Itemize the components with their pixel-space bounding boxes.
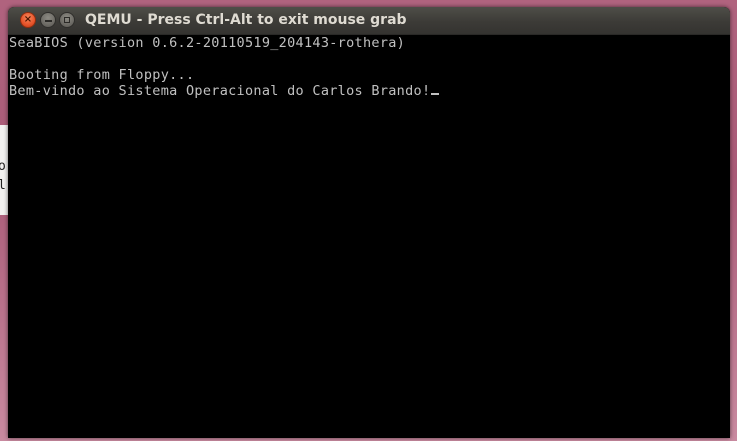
window-titlebar[interactable]: × QEMU - Press Ctrl-Alt to exit mouse gr… bbox=[8, 7, 730, 35]
qemu-window[interactable]: × QEMU - Press Ctrl-Alt to exit mouse gr… bbox=[8, 7, 730, 438]
minimize-icon bbox=[44, 20, 52, 22]
close-icon: × bbox=[23, 14, 33, 25]
close-button[interactable]: × bbox=[20, 12, 36, 28]
maximize-button[interactable] bbox=[59, 12, 75, 28]
console-line-welcome: Bem-vindo ao Sistema Operacional do Carl… bbox=[9, 83, 440, 99]
maximize-icon bbox=[64, 17, 70, 23]
console-screen[interactable]: SeaBIOS (version 0.6.2-20110519_204143-r… bbox=[8, 35, 730, 438]
background-window-text: l bbox=[0, 178, 6, 193]
minimize-button[interactable] bbox=[40, 12, 56, 28]
console-line: Booting from Floppy... bbox=[9, 67, 195, 83]
console-line: SeaBIOS (version 0.6.2-20110519_204143-r… bbox=[9, 35, 406, 51]
background-window-text: o bbox=[0, 159, 6, 174]
welcome-message: Bem-vindo ao Sistema Operacional do Carl… bbox=[9, 83, 431, 99]
text-cursor bbox=[431, 93, 440, 95]
window-title: QEMU - Press Ctrl-Alt to exit mouse grab bbox=[85, 12, 407, 28]
